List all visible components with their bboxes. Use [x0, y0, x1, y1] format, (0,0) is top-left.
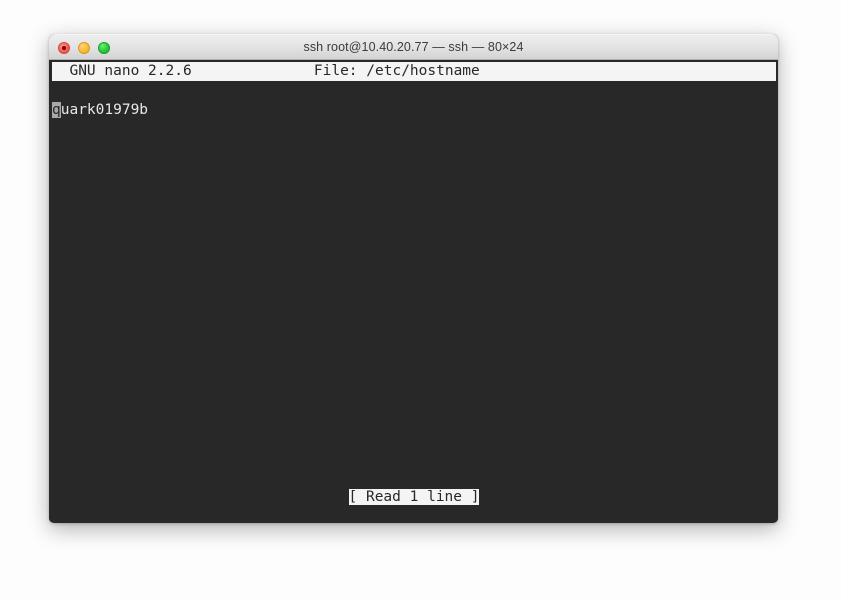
nano-shortcut-bar: ^G Get Help ^O WriteOut ^R Read File^Y P…: [52, 511, 776, 522]
close-button-icon[interactable]: [58, 42, 70, 54]
nano-header-bar: GNU nano 2.2.6 File: /etc/hostname: [52, 62, 776, 82]
maximize-button-icon[interactable]: [98, 42, 110, 54]
editor-blank-row: [52, 81, 776, 100]
window-controls: [58, 42, 110, 54]
terminal-window: ssh root@10.40.20.77 — ssh — 80×24 GNU n…: [49, 34, 778, 523]
window-title: ssh root@10.40.20.77 — ssh — 80×24: [303, 40, 524, 54]
editor-line-text: uark01979b: [60, 101, 149, 118]
status-message: [ Read 1 line ]: [348, 489, 480, 505]
terminal-screen[interactable]: GNU nano 2.2.6 File: /etc/hostname quark…: [49, 60, 778, 522]
text-cursor: q: [52, 101, 61, 118]
nano-status-row: [ Read 1 line ]: [52, 488, 776, 507]
nano-header-line: GNU nano 2.2.6 File: /etc/hostname: [52, 63, 768, 79]
editor-text-line[interactable]: quark01979b: [52, 101, 776, 120]
window-title-bar[interactable]: ssh root@10.40.20.77 — ssh — 80×24: [49, 34, 778, 60]
minimize-button-icon[interactable]: [78, 42, 90, 54]
